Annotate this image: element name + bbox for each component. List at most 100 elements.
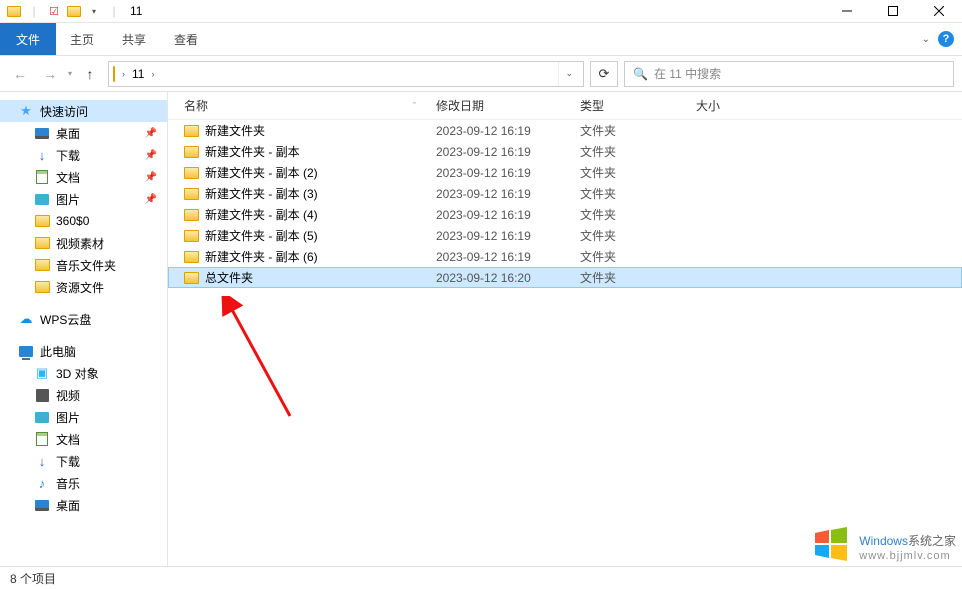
item-count: 8 个项目 xyxy=(10,570,56,587)
sidebar-item-folder[interactable]: 资源文件 xyxy=(0,276,167,298)
up-button[interactable]: ↑ xyxy=(78,62,102,86)
table-row[interactable]: 新建文件夹 - 副本 (6) 2023-09-12 16:19文件夹 xyxy=(168,246,962,267)
chevron-right-icon[interactable]: › xyxy=(119,69,128,79)
sidebar-item-desktop[interactable]: 桌面 xyxy=(0,494,167,516)
sidebar-item-label: 下载 xyxy=(56,147,80,164)
search-placeholder: 在 11 中搜索 xyxy=(654,65,721,82)
sidebar-item-videos[interactable]: 视频 xyxy=(0,384,167,406)
folder-icon xyxy=(184,272,199,284)
video-icon xyxy=(34,387,50,403)
cube-icon: ▣ xyxy=(34,365,50,381)
table-row[interactable]: 新建文件夹 - 副本 (4)2023-09-12 16:19文件夹 xyxy=(168,204,962,225)
status-bar: 8 个项目 xyxy=(0,566,962,589)
sidebar-item-documents[interactable]: 文档 xyxy=(0,428,167,450)
sidebar-item-label: 3D 对象 xyxy=(56,365,99,382)
table-row[interactable]: 新建文件夹 - 副本2023-09-12 16:19文件夹 xyxy=(168,141,962,162)
address-dropdown-icon[interactable]: ⌄ xyxy=(558,62,579,86)
sidebar-item-pictures[interactable]: 图片 xyxy=(0,406,167,428)
file-type: 文件夹 xyxy=(580,248,696,265)
sidebar-item-documents[interactable]: 文档📌 xyxy=(0,166,167,188)
address-bar[interactable]: › 11 › ⌄ xyxy=(108,61,584,87)
sidebar-this-pc[interactable]: 此电脑 xyxy=(0,340,167,362)
folder-icon xyxy=(184,167,199,179)
sidebar-item-folder[interactable]: 视频素材 xyxy=(0,232,167,254)
file-type: 文件夹 xyxy=(580,269,696,286)
ribbon-tabs: 文件 主页 共享 查看 ⌄ ? xyxy=(0,23,962,56)
sidebar-item-label: 图片 xyxy=(56,191,80,208)
column-header-name[interactable]: 名称ˆ xyxy=(184,97,436,114)
sidebar-item-label: 音乐文件夹 xyxy=(56,257,116,274)
tab-view[interactable]: 查看 xyxy=(160,23,212,55)
sidebar-item-label: 文档 xyxy=(56,431,80,448)
minimize-button[interactable] xyxy=(824,0,870,23)
folder-icon xyxy=(34,213,50,229)
windows-logo-icon xyxy=(809,523,853,567)
file-type: 文件夹 xyxy=(580,122,696,139)
sidebar-item-downloads[interactable]: ↓下载 xyxy=(0,450,167,472)
file-type: 文件夹 xyxy=(580,185,696,202)
sidebar-item-label: 资源文件 xyxy=(56,279,104,296)
file-name: 新建文件夹 - 副本 (6) xyxy=(205,248,318,265)
download-icon: ↓ xyxy=(34,453,50,469)
sort-indicator-icon: ˆ xyxy=(413,101,416,111)
properties-icon[interactable]: ☑ xyxy=(46,3,62,19)
folder-icon xyxy=(184,251,199,263)
sidebar-wps-cloud[interactable]: ☁WPS云盘 xyxy=(0,308,167,330)
file-type: 文件夹 xyxy=(580,227,696,244)
window-controls xyxy=(824,0,962,23)
folder-icon xyxy=(113,67,115,81)
file-name: 新建文件夹 - 副本 (3) xyxy=(205,185,318,202)
sidebar-item-label: 桌面 xyxy=(56,125,80,142)
forward-button[interactable]: → xyxy=(38,62,62,86)
file-name: 新建文件夹 xyxy=(205,122,265,139)
pictures-icon xyxy=(34,191,50,207)
maximize-button[interactable] xyxy=(870,0,916,23)
table-row[interactable]: 新建文件夹 - 副本 (2)2023-09-12 16:19文件夹 xyxy=(168,162,962,183)
star-icon: ★ xyxy=(18,103,34,119)
help-icon[interactable]: ? xyxy=(938,31,954,47)
folder-icon xyxy=(184,188,199,200)
folder-icon xyxy=(6,3,22,19)
file-name: 新建文件夹 - 副本 (4) xyxy=(205,206,318,223)
tab-share[interactable]: 共享 xyxy=(108,23,160,55)
sidebar-item-pictures[interactable]: 图片📌 xyxy=(0,188,167,210)
tab-file[interactable]: 文件 xyxy=(0,23,56,55)
sidebar-item-downloads[interactable]: ↓下载📌 xyxy=(0,144,167,166)
table-row[interactable]: 新建文件夹 - 副本 (5)2023-09-12 16:19文件夹 xyxy=(168,225,962,246)
column-header-type[interactable]: 类型 xyxy=(580,97,696,114)
column-header-date[interactable]: 修改日期 xyxy=(436,97,580,114)
sidebar-item-music[interactable]: ♪音乐 xyxy=(0,472,167,494)
file-date: 2023-09-12 16:19 xyxy=(436,124,580,138)
file-date: 2023-09-12 16:19 xyxy=(436,229,580,243)
refresh-button[interactable]: ⟳ xyxy=(590,61,618,87)
tab-home[interactable]: 主页 xyxy=(56,23,108,55)
sidebar-item-desktop[interactable]: 桌面📌 xyxy=(0,122,167,144)
desktop-icon xyxy=(34,125,50,141)
chevron-right-icon[interactable]: › xyxy=(148,69,157,79)
history-dropdown-icon[interactable]: ▾ xyxy=(68,69,72,78)
file-type: 文件夹 xyxy=(580,143,696,160)
folder-icon xyxy=(34,235,50,251)
file-date: 2023-09-12 16:19 xyxy=(436,250,580,264)
back-button[interactable]: ← xyxy=(8,62,32,86)
sidebar-item-label: 图片 xyxy=(56,409,80,426)
folder-icon xyxy=(34,279,50,295)
breadcrumb-segment[interactable]: 11 xyxy=(128,67,148,81)
sidebar-quick-access[interactable]: ★ 快速访问 xyxy=(0,100,167,122)
file-date: 2023-09-12 16:19 xyxy=(436,208,580,222)
download-icon: ↓ xyxy=(34,147,50,163)
table-row[interactable]: 总文件夹2023-09-12 16:20文件夹 xyxy=(168,267,962,288)
column-header-size[interactable]: 大小 xyxy=(696,97,776,114)
folder-icon xyxy=(184,146,199,158)
table-row[interactable]: 新建文件夹 2023-09-12 16:19文件夹 xyxy=(168,120,962,141)
close-button[interactable] xyxy=(916,0,962,23)
sidebar-item-folder[interactable]: 音乐文件夹 xyxy=(0,254,167,276)
file-date: 2023-09-12 16:19 xyxy=(436,166,580,180)
qat-dropdown-icon[interactable]: ▾ xyxy=(86,3,102,19)
sidebar-item-folder[interactable]: 360$0 xyxy=(0,210,167,232)
search-input[interactable]: 🔍 在 11 中搜索 xyxy=(624,61,954,87)
sidebar-item-3d[interactable]: ▣ 3D 对象 xyxy=(0,362,167,384)
table-row[interactable]: 新建文件夹 - 副本 (3)2023-09-12 16:19文件夹 xyxy=(168,183,962,204)
ribbon-expand-icon[interactable]: ⌄ xyxy=(922,34,930,45)
sidebar-item-label: 音乐 xyxy=(56,475,80,492)
